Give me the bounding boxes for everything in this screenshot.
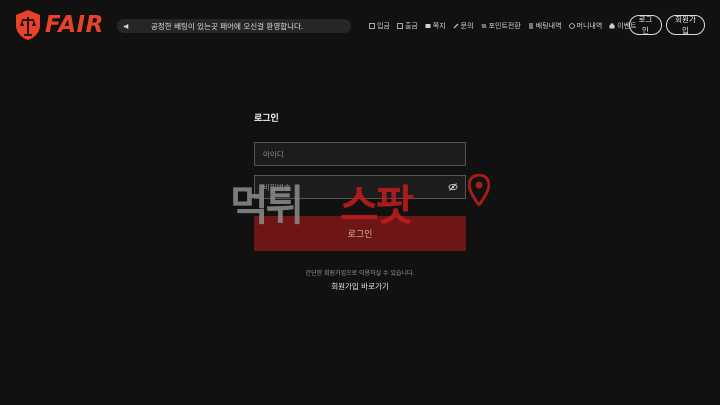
header-signup-button[interactable]: 회원가입: [666, 15, 705, 35]
nav-item-label: 머니내역: [576, 22, 603, 30]
notice-text: 공정한 배팅이 있는곳 페어에 오신걸 환영합니다.: [151, 21, 304, 31]
signup-link[interactable]: 회원가입 바로가기: [0, 281, 720, 292]
message-icon: [425, 24, 431, 28]
nav-item-label: 출금: [404, 22, 418, 30]
nav-item-inquiry[interactable]: 문의: [453, 21, 474, 31]
withdraw-icon: [396, 23, 403, 29]
nav-item-label: 쪽지: [432, 22, 446, 30]
nav-item-label: 문의: [460, 22, 474, 30]
notice-bar: 공정한 배팅이 있는곳 페어에 오신걸 환영합니다.: [117, 19, 351, 33]
signup-help-text: 간단한 회원가입으로 이용하실 수 있습니다.: [305, 270, 415, 277]
deposit-icon: [369, 23, 375, 29]
nav-item-point[interactable]: 포인트전환: [481, 21, 521, 31]
login-title: 로그인: [254, 114, 279, 124]
inquiry-icon: [453, 23, 459, 29]
point-icon: [481, 24, 487, 28]
eye-off-icon[interactable]: [448, 182, 458, 192]
nav-item-history[interactable]: 배팅내역: [528, 21, 562, 31]
history-icon: [528, 23, 533, 29]
event-icon: [609, 23, 615, 29]
header-login-button[interactable]: 로그인: [629, 15, 662, 35]
megaphone-icon: [123, 23, 129, 29]
nav-item-label: 입금: [377, 22, 390, 30]
shield-scale-icon: [16, 10, 40, 40]
password-input[interactable]: [254, 175, 466, 199]
nav-item-label: 배팅내역: [535, 22, 562, 30]
header: FAIR 공정한 배팅이 있는곳 페어에 오신걸 환영합니다. 입금 출금 쪽지…: [0, 0, 720, 50]
id-input[interactable]: [254, 142, 466, 166]
nav-item-label: 포인트전환: [488, 22, 521, 30]
nav-item-money[interactable]: 머니내역: [568, 21, 603, 31]
nav-item-deposit[interactable]: 입금: [369, 21, 390, 31]
nav-item-message[interactable]: 쪽지: [425, 21, 446, 31]
nav-item-withdraw[interactable]: 출금: [396, 21, 418, 31]
logo[interactable]: FAIR: [15, 9, 104, 41]
top-nav: 입금 출금 쪽지 문의 포인트전환 배팅내역 머니내역 이벤트: [369, 19, 644, 33]
map-pin-icon: [468, 174, 490, 206]
money-icon: [568, 23, 575, 29]
login-submit-button[interactable]: 로그인: [254, 216, 466, 251]
logo-text: FAIR: [45, 12, 104, 38]
